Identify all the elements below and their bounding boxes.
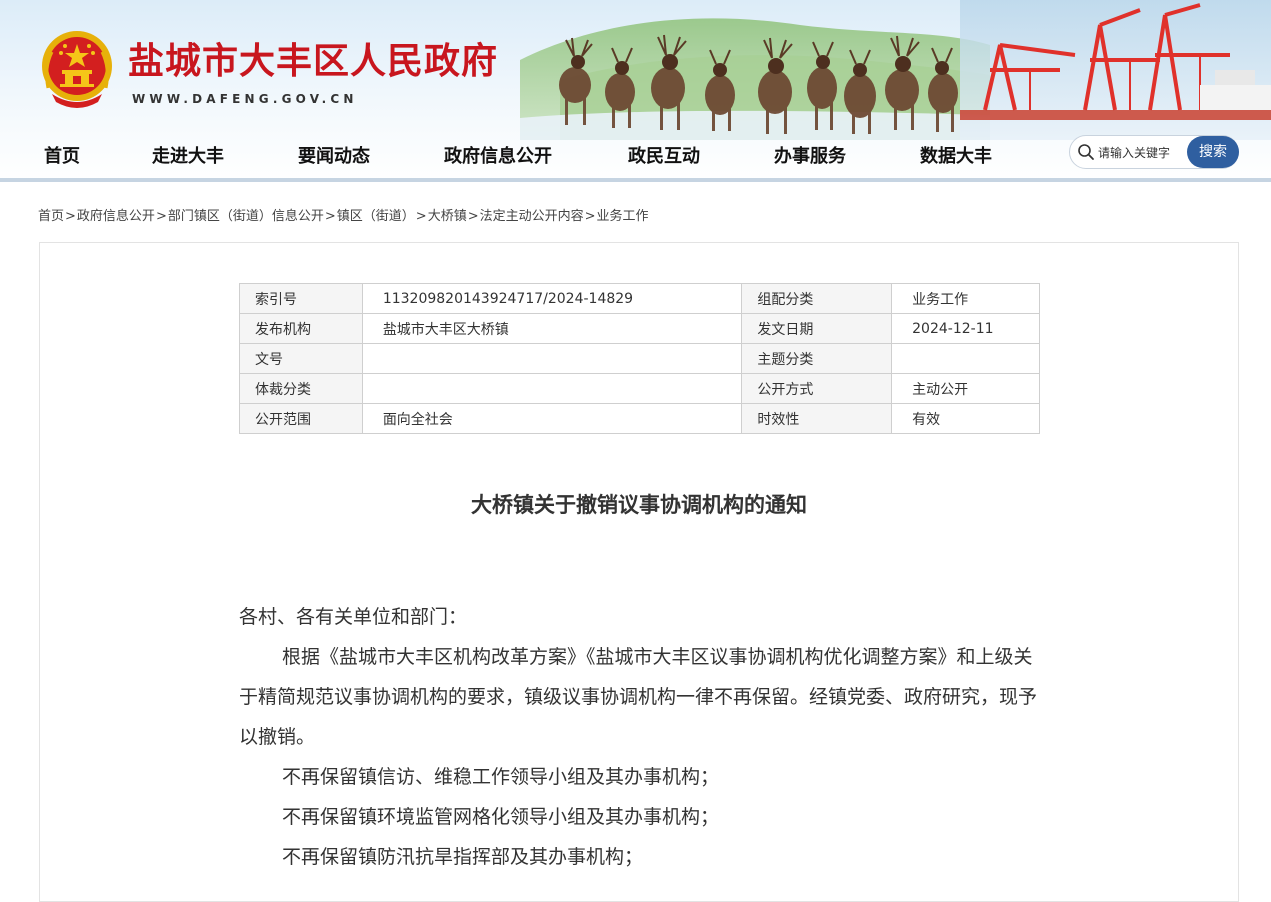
breadcrumb-info-disclosure[interactable]: 政府信息公开 [77,209,155,224]
meta-value-doc-number [361,343,743,374]
meta-label-validity: 时效性 [741,403,893,434]
site-header: 盐城市大丰区人民政府 WWW.DAFENG.GOV.CN 首页 走进大丰 要闻动… [0,0,1271,182]
nav-item-news[interactable]: 要闻动态 [298,142,370,168]
search-input[interactable] [1098,143,1184,163]
meta-value-validity: 有效 [891,403,1040,434]
search-icon [1078,144,1094,160]
article-paragraph: 不再保留镇信访、维稳工作领导小组及其办事机构； [282,766,720,788]
meta-value-publisher: 盐城市大丰区大桥镇 [361,313,743,344]
meta-label-category: 组配分类 [741,283,893,314]
header-divider [0,178,1271,182]
national-emblem-logo [42,31,112,108]
article-paragraph: 不再保留镇环境监管网格化领导小组及其办事机构； [282,806,720,828]
search-button[interactable]: 搜索 [1187,136,1239,168]
article-title: 大桥镇关于撤销议事协调机构的通知 [471,492,807,517]
article-paragraph: 根据《盐城市大丰区机构改革方案》《盐城市大丰区议事协调机构优化调整方案》和上级关… [239,646,1038,748]
meta-label-topic: 主题分类 [741,343,893,374]
meta-value-genre [361,373,743,404]
meta-value-scope: 面向全社会 [361,403,743,434]
article-container: 索引号 113209820143924717/2024-14829 组配分类 业… [39,242,1239,902]
nav-item-about[interactable]: 走进大丰 [152,142,224,168]
meta-label-genre: 体裁分类 [239,373,363,404]
breadcrumb-separator: > [65,209,76,224]
table-row: 公开范围 面向全社会 时效性 有效 [239,403,1040,434]
breadcrumb-statutory-content[interactable]: 法定主动公开内容 [480,209,584,224]
meta-value-index: 113209820143924717/2024-14829 [361,283,743,314]
meta-label-disclosure-method: 公开方式 [741,373,893,404]
article-salutation: 各村、各有关单位和部门： [239,606,468,628]
meta-label-publisher: 发布机构 [239,313,363,344]
site-domain: WWW.DAFENG.GOV.CN [132,92,358,106]
breadcrumb: 首页>政府信息公开>部门镇区（街道）信息公开>镇区（街道）>大桥镇>法定主动公开… [38,205,649,224]
metadata-table: 索引号 113209820143924717/2024-14829 组配分类 业… [239,283,1040,434]
meta-label-issue-date: 发文日期 [741,313,893,344]
nav-item-interaction[interactable]: 政民互动 [628,142,700,168]
meta-value-topic [891,343,1040,374]
breadcrumb-business-work[interactable]: 业务工作 [597,209,649,224]
nav-item-home[interactable]: 首页 [44,142,80,168]
table-row: 发布机构 盐城市大丰区大桥镇 发文日期 2024-12-11 [239,313,1040,344]
breadcrumb-separator: > [415,209,427,224]
table-row: 体裁分类 公开方式 主动公开 [239,373,1040,404]
breadcrumb-separator: > [584,209,596,224]
meta-value-disclosure-method: 主动公开 [891,373,1040,404]
breadcrumb-separator: > [324,209,336,224]
table-row: 索引号 113209820143924717/2024-14829 组配分类 业… [239,283,1040,314]
breadcrumb-town-district[interactable]: 镇区（街道） [337,209,415,224]
nav-item-services[interactable]: 办事服务 [774,142,846,168]
meta-label-scope: 公开范围 [239,403,363,434]
site-title[interactable]: 盐城市大丰区人民政府 [128,32,498,84]
nav-item-data[interactable]: 数据大丰 [920,142,992,168]
nav-item-info-disclosure[interactable]: 政府信息公开 [444,142,552,168]
article-paragraph: 不再保留镇防汛抗旱指挥部及其办事机构； [282,846,644,868]
breadcrumb-daqiao-town[interactable]: 大桥镇 [428,209,467,224]
breadcrumb-separator: > [155,209,167,224]
breadcrumb-dept-disclosure[interactable]: 部门镇区（街道）信息公开 [168,209,324,224]
article-body: 各村、各有关单位和部门： 根据《盐城市大丰区机构改革方案》《盐城市大丰区议事协调… [239,597,1039,877]
breadcrumb-separator: > [467,209,479,224]
meta-label-doc-number: 文号 [239,343,363,374]
breadcrumb-home[interactable]: 首页 [38,209,64,224]
meta-value-category: 业务工作 [891,283,1040,314]
meta-label-index: 索引号 [239,283,363,314]
table-row: 文号 主题分类 [239,343,1040,374]
search-box: 搜索 [1069,135,1239,169]
meta-value-issue-date: 2024-12-11 [891,313,1040,344]
